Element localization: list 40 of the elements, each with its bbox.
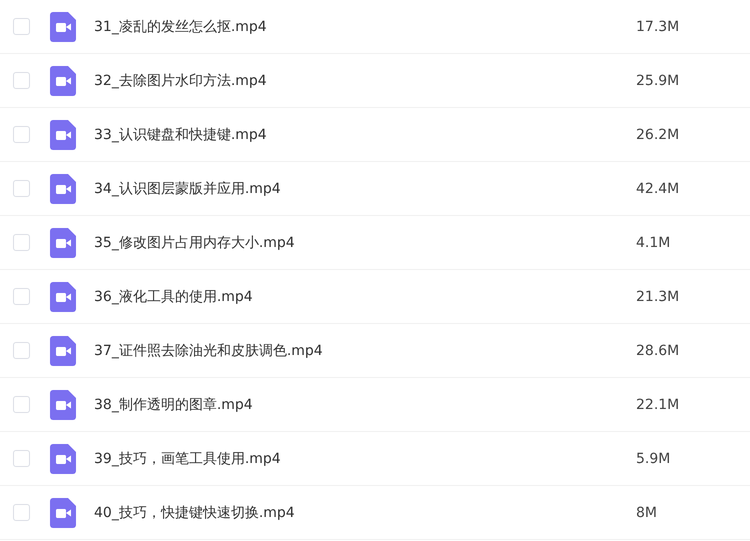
- video-file-icon: [50, 444, 76, 474]
- video-file-icon: [50, 498, 76, 528]
- file-size: 4.1M: [636, 234, 670, 250]
- video-file-icon: [50, 174, 76, 204]
- video-file-icon: [50, 12, 76, 42]
- checkbox[interactable]: [13, 72, 30, 89]
- video-file-icon: [50, 336, 76, 366]
- file-size: 17.3M: [636, 18, 680, 34]
- file-size: 25.9M: [636, 72, 680, 88]
- checkbox[interactable]: [13, 18, 30, 35]
- file-size: 28.6M: [636, 342, 680, 358]
- file-name[interactable]: 33_认识键盘和快捷键.mp4: [94, 126, 636, 144]
- video-file-icon: [50, 390, 76, 420]
- file-name[interactable]: 39_技巧，画笔工具使用.mp4: [94, 450, 636, 468]
- file-name[interactable]: 31_凌乱的发丝怎么抠.mp4: [94, 18, 636, 36]
- video-file-icon: [50, 66, 76, 96]
- file-size: 22.1M: [636, 396, 680, 412]
- file-name[interactable]: 38_制作透明的图章.mp4: [94, 396, 636, 414]
- file-name[interactable]: 40_技巧，快捷键快速切换.mp4: [94, 504, 636, 522]
- file-size: 21.3M: [636, 288, 680, 304]
- file-size: 26.2M: [636, 126, 680, 142]
- file-size: 42.4M: [636, 180, 680, 196]
- checkbox[interactable]: [13, 288, 30, 305]
- checkbox[interactable]: [13, 342, 30, 359]
- video-file-icon: [50, 282, 76, 312]
- video-file-icon: [50, 228, 76, 258]
- file-name[interactable]: 32_去除图片水印方法.mp4: [94, 72, 636, 90]
- file-name[interactable]: 37_证件照去除油光和皮肤调色.mp4: [94, 342, 636, 360]
- checkbox[interactable]: [13, 504, 30, 521]
- checkbox[interactable]: [13, 396, 30, 413]
- file-name[interactable]: 36_液化工具的使用.mp4: [94, 288, 636, 306]
- video-file-icon: [50, 120, 76, 150]
- file-size: 5.9M: [636, 450, 670, 466]
- checkbox[interactable]: [13, 180, 30, 197]
- checkbox[interactable]: [13, 450, 30, 467]
- file-size: 8M: [636, 504, 657, 520]
- file-name[interactable]: 35_修改图片占用内存大小.mp4: [94, 234, 636, 252]
- file-name[interactable]: 34_认识图层蒙版并应用.mp4: [94, 180, 636, 198]
- checkbox[interactable]: [13, 234, 30, 251]
- checkbox[interactable]: [13, 126, 30, 143]
